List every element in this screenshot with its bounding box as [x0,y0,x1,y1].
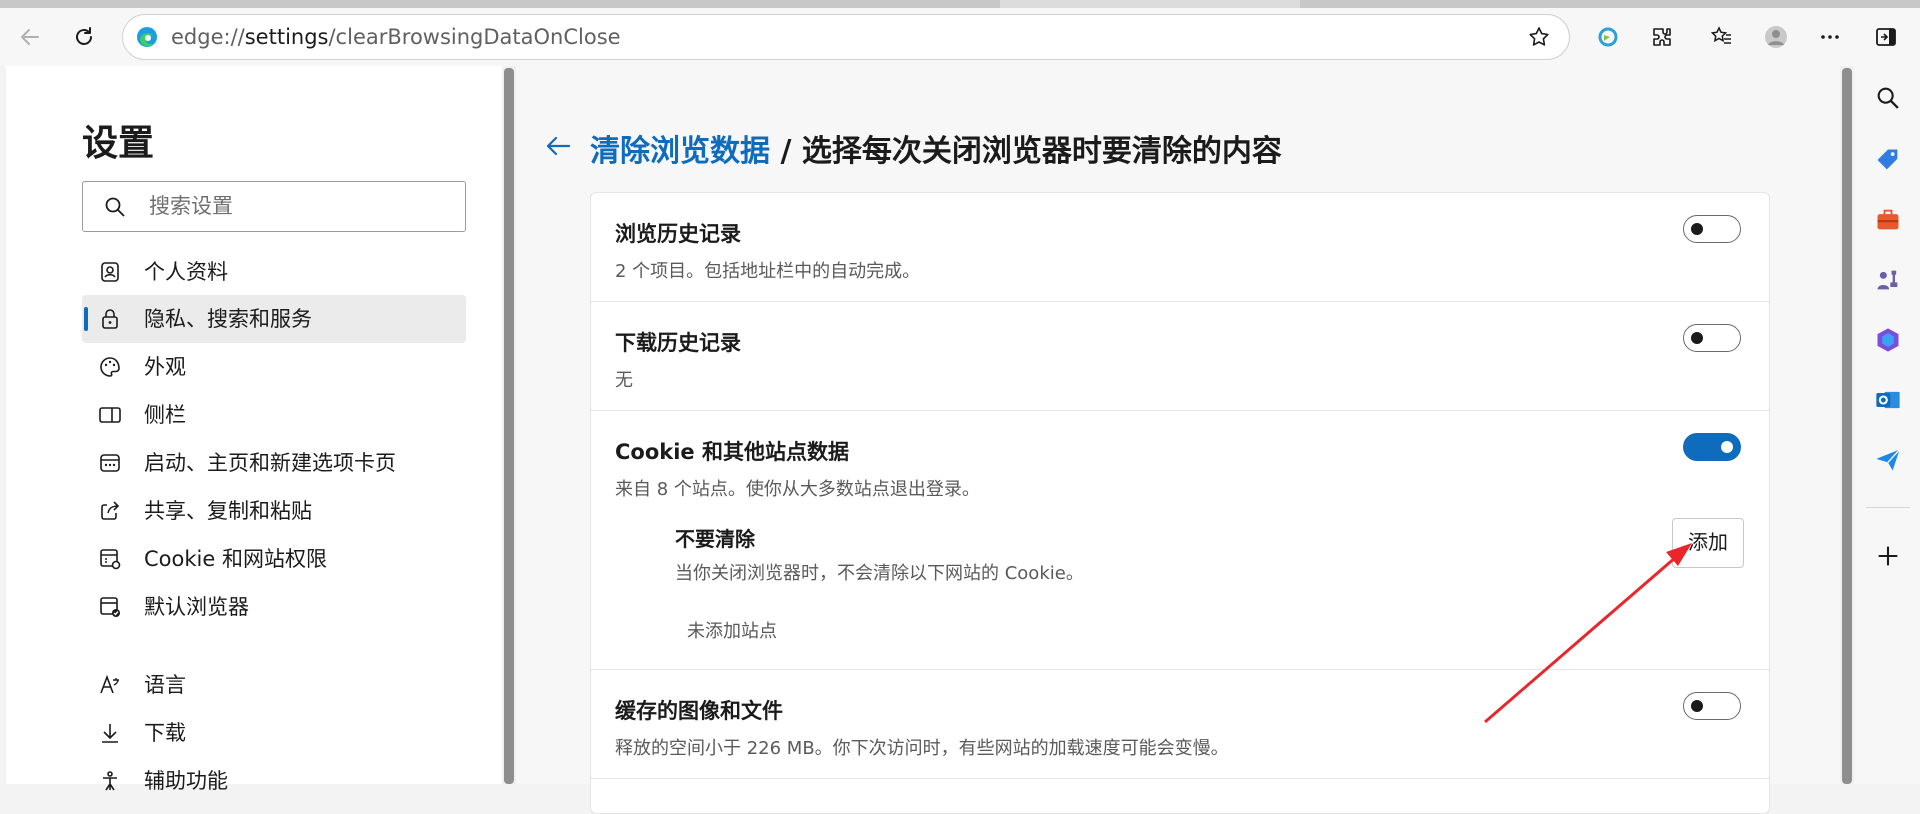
palette-icon [100,357,120,377]
nav-scrollbar[interactable] [502,66,516,784]
row-title: 缓存的图像和文件 [615,699,783,723]
back-icon[interactable] [10,17,50,57]
download-history-toggle[interactable] [1683,324,1741,352]
active-indicator [84,307,88,331]
language-icon [100,674,119,694]
row-title: Cookie 和其他站点数据 [615,440,849,464]
row-description: 无 [615,370,633,391]
clear-on-close-card: 浏览历史记录 2 个项目。包括地址栏中的自动完成。 下载历史记录 无 Cooki… [590,192,1770,814]
add-site-button[interactable]: 添加 [1672,518,1744,568]
outlook-icon[interactable] [1870,382,1906,418]
browser-toolbar: edge://settings/clearBrowsingDataOnClose [0,8,1920,66]
default-browser-icon [100,597,120,617]
nav-item-label: 辅助功能 [144,769,228,793]
nav-item-label: 侧栏 [144,403,186,427]
search-icon[interactable] [1870,80,1906,116]
nav-item-accessibility[interactable]: 辅助功能 [82,757,466,805]
sidebar-toggle-icon[interactable] [1866,17,1906,57]
nav-item-profile[interactable]: 个人资料 [82,248,466,296]
back-arrow-icon[interactable] [543,131,573,161]
favorites-icon[interactable] [1702,17,1742,57]
nav-item-default-browser[interactable]: 默认浏览器 [82,583,466,631]
browsing-history-toggle[interactable] [1683,215,1741,243]
row-title: 下载历史记录 [615,331,741,355]
cookies-toggle[interactable] [1683,433,1741,461]
nav-item-label: 个人资料 [144,260,228,284]
more-menu-icon[interactable] [1810,17,1850,57]
profile-icon [101,262,119,282]
add-sidebar-app-icon[interactable] [1870,538,1906,574]
extensions-icon[interactable] [1642,17,1682,57]
row-title: 浏览历史记录 [615,222,741,246]
nav-item-share[interactable]: 共享、复制和粘贴 [82,487,466,535]
nav-item-label: 默认浏览器 [144,595,249,619]
nav-item-label: Cookie 和网站权限 [144,547,327,571]
nav-item-site-permissions[interactable]: Cookie 和网站权限 [82,535,466,583]
tools-briefcase-icon[interactable] [1870,202,1906,238]
nav-item-startup[interactable]: 启动、主页和新建选项卡页 [82,439,466,487]
nav-item-label: 共享、复制和粘贴 [144,499,312,523]
breadcrumb-current: / 选择每次关闭浏览器时要清除的内容 [770,134,1282,169]
content-scrollbar[interactable] [1840,66,1854,784]
settings-search-input[interactable]: 搜索设置 [82,181,466,232]
dont-clear-title: 不要清除 [675,527,755,551]
download-icon [102,724,118,743]
shopping-tag-icon[interactable] [1870,142,1906,178]
sidebar-divider [1866,507,1910,508]
nav-item-sidebar[interactable]: 侧栏 [82,391,466,439]
refresh-icon[interactable] [64,17,104,57]
sidebar-icon [99,407,121,423]
microsoft-365-icon[interactable] [1870,322,1906,358]
setting-row-cookies: Cookie 和其他站点数据 来自 8 个站点。使你从大多数站点退出登录。 不要… [591,411,1769,669]
row-description: 释放的空间小于 226 MB。你下次访问时，有些网站的加载速度可能会变慢。 [615,738,1229,759]
profile-avatar-icon[interactable] [1756,17,1796,57]
site-permissions-icon [100,549,121,570]
nav-item-label: 外观 [144,355,186,379]
lock-icon [102,309,118,329]
tab-strip [0,0,1920,8]
nav-item-label: 隐私、搜索和服务 [144,307,312,331]
games-icon[interactable] [1870,262,1906,298]
setting-row-cached-files: 缓存的图像和文件 释放的空间小于 226 MB。你下次访问时，有些网站的加载速度… [591,670,1769,778]
setting-row-download-history: 下载历史记录 无 [591,302,1769,410]
cached-files-toggle[interactable] [1683,692,1741,720]
startup-icon [100,454,120,472]
setting-row-browsing-history: 浏览历史记录 2 个项目。包括地址栏中的自动完成。 [591,193,1769,301]
send-telegram-icon[interactable] [1870,442,1906,478]
row-description: 来自 8 个站点。使你从大多数站点退出登录。 [615,479,980,500]
share-icon [101,501,120,520]
favorite-star-icon[interactable] [1519,17,1559,57]
nav-item-label: 下载 [144,721,186,745]
page-heading: 清除浏览数据 / 选择每次关闭浏览器时要清除的内容 [590,126,1282,170]
breadcrumb-link[interactable]: 清除浏览数据 [590,134,770,169]
search-placeholder: 搜索设置 [149,194,233,218]
row-description: 2 个项目。包括地址栏中的自动完成。 [615,261,921,282]
settings-title: 设置 [82,123,155,164]
edge-logo-icon [127,17,167,57]
no-sites-text: 未添加站点 [687,621,777,642]
nav-item-downloads[interactable]: 下载 [82,709,466,757]
url-text: edge://settings/clearBrowsingDataOnClose [171,25,621,49]
nav-item-privacy[interactable]: 隐私、搜索和服务 [82,295,466,343]
nav-item-label: 语言 [144,673,186,697]
nav-item-appearance[interactable]: 外观 [82,343,466,391]
divider [591,778,1769,779]
dont-clear-description: 当你关闭浏览器时，不会清除以下网站的 Cookie。 [675,563,1084,584]
search-icon [105,197,125,217]
address-bar[interactable]: edge://settings/clearBrowsingDataOnClose [122,14,1570,60]
accessibility-icon [103,771,117,791]
copilot-extension-icon[interactable] [1588,17,1628,57]
nav-item-label: 启动、主页和新建选项卡页 [144,451,396,475]
nav-item-language[interactable]: 语言 [82,661,466,709]
